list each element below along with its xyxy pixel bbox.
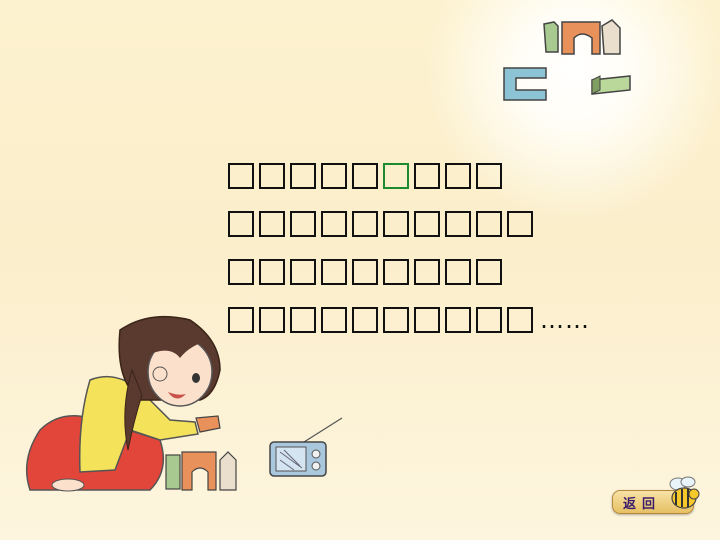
glyph	[507, 211, 533, 237]
poem-line-4: ……	[228, 296, 590, 344]
glyph	[445, 307, 471, 333]
glyph	[414, 211, 440, 237]
glyph	[383, 307, 409, 333]
glyph	[290, 163, 316, 189]
ellipsis: ……	[540, 306, 590, 334]
girl-illustration	[25, 315, 237, 492]
glyph	[352, 259, 378, 285]
glyph	[259, 259, 285, 285]
poem-text: ……	[228, 152, 590, 344]
glyph	[321, 259, 347, 285]
glyph	[321, 211, 347, 237]
glyph	[228, 163, 254, 189]
glyph	[414, 259, 440, 285]
glyph	[259, 307, 285, 333]
glyph	[228, 259, 254, 285]
glyph	[414, 307, 440, 333]
glyph	[507, 307, 533, 333]
glyph	[259, 211, 285, 237]
glyph	[476, 259, 502, 285]
glyph	[259, 163, 285, 189]
glyph	[445, 259, 471, 285]
highlighted-glyph	[383, 163, 409, 189]
glyph	[383, 211, 409, 237]
poem-line-2	[228, 200, 590, 248]
glyph	[321, 307, 347, 333]
glyph	[352, 307, 378, 333]
glyph	[476, 163, 502, 189]
glyph	[290, 211, 316, 237]
glyph	[352, 211, 378, 237]
toy-blocks-icon	[503, 19, 631, 101]
glyph	[352, 163, 378, 189]
poem-line-3	[228, 248, 590, 296]
glyph	[290, 307, 316, 333]
radio-icon	[269, 417, 343, 477]
glyph	[476, 307, 502, 333]
poem-line-1	[228, 152, 590, 200]
bee-icon	[669, 476, 700, 509]
glyph	[445, 211, 471, 237]
glyph	[476, 211, 502, 237]
glyph	[321, 163, 347, 189]
return-label: 返回	[623, 496, 662, 512]
glyph	[414, 163, 440, 189]
glyph	[445, 163, 471, 189]
glyph	[228, 211, 254, 237]
glyph	[383, 259, 409, 285]
glyph	[290, 259, 316, 285]
